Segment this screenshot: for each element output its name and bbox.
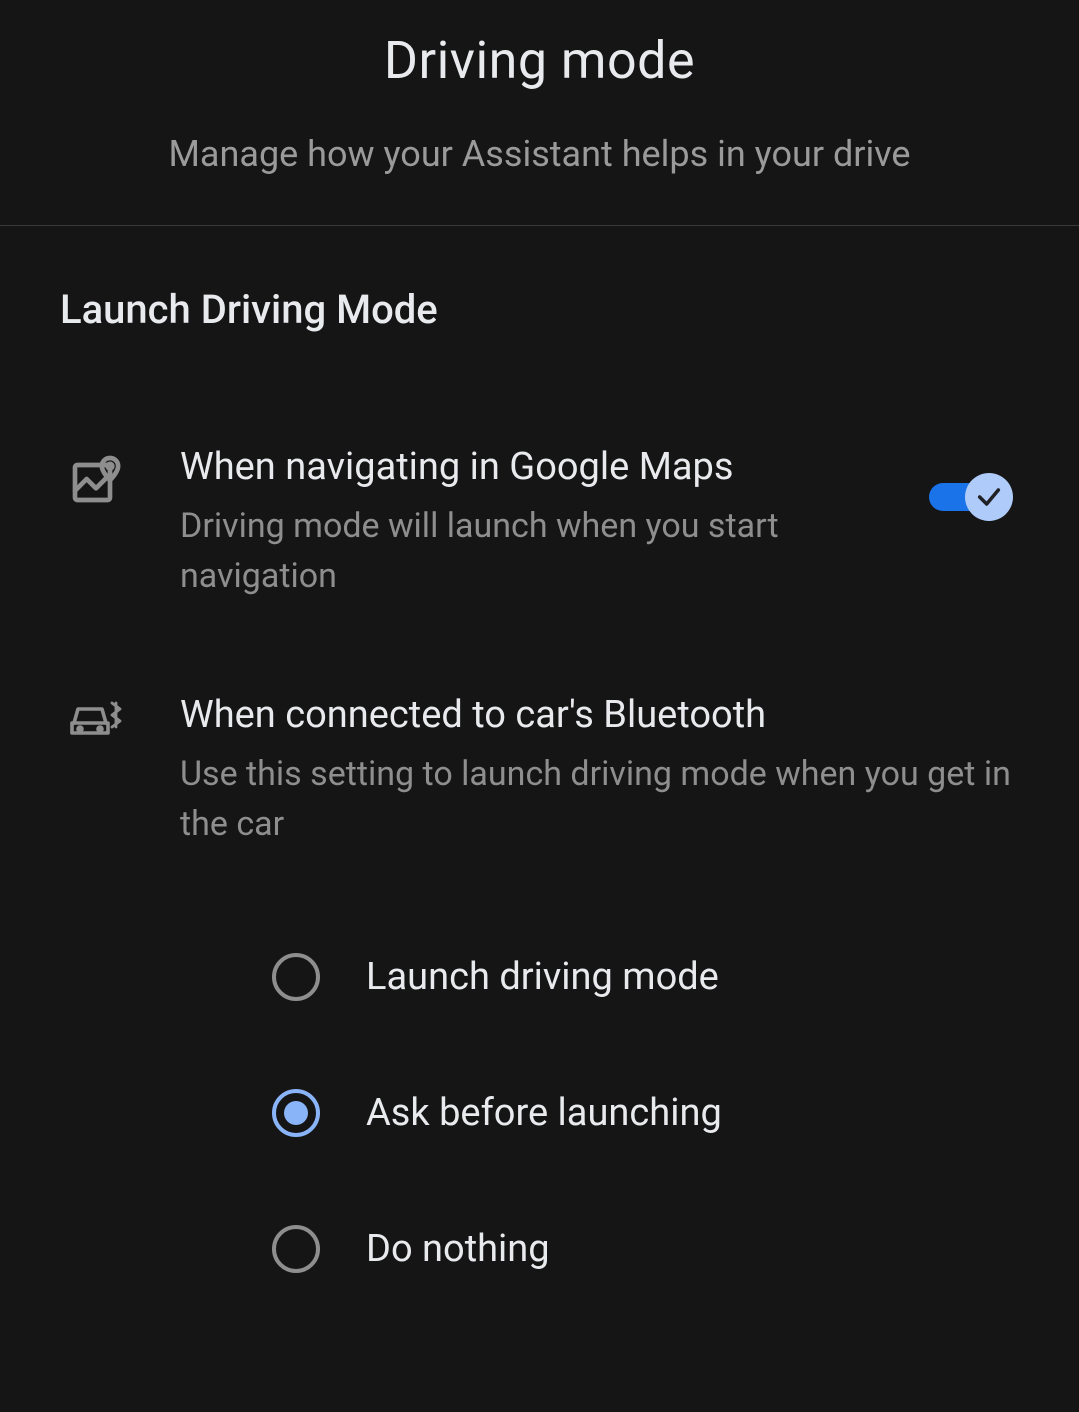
maps-toggle[interactable] (929, 473, 1013, 521)
radio-option-launch[interactable]: Launch driving mode (272, 909, 1019, 1045)
launch-section: Launch Driving Mode When navigating in G… (0, 226, 1079, 1357)
radio-option-nothing[interactable]: Do nothing (272, 1181, 1019, 1317)
section-title: Launch Driving Mode (60, 286, 1019, 333)
radio-label: Do nothing (366, 1227, 550, 1271)
setting-row-bluetooth: When connected to car's Bluetooth Use th… (60, 691, 1019, 1317)
setting-title: When connected to car's Bluetooth (180, 691, 1019, 740)
check-icon (965, 473, 1013, 521)
page-title: Driving mode (40, 30, 1039, 91)
radio-label: Launch driving mode (366, 955, 719, 999)
radio-icon (272, 953, 320, 1001)
page-header: Driving mode Manage how your Assistant h… (0, 0, 1079, 226)
setting-row-maps[interactable]: When navigating in Google Maps Driving m… (60, 443, 1019, 601)
car-bluetooth-icon (60, 691, 132, 739)
bluetooth-radio-group: Launch driving mode Ask before launching… (180, 909, 1019, 1317)
radio-icon (272, 1225, 320, 1273)
setting-subtitle: Use this setting to launch driving mode … (180, 750, 1019, 849)
map-pin-icon (60, 443, 132, 507)
setting-subtitle: Driving mode will launch when you start … (180, 502, 881, 601)
setting-title: When navigating in Google Maps (180, 443, 881, 492)
radio-icon (272, 1089, 320, 1137)
page-subtitle: Manage how your Assistant helps in your … (40, 133, 1039, 175)
radio-option-ask[interactable]: Ask before launching (272, 1045, 1019, 1181)
radio-label: Ask before launching (366, 1091, 722, 1135)
